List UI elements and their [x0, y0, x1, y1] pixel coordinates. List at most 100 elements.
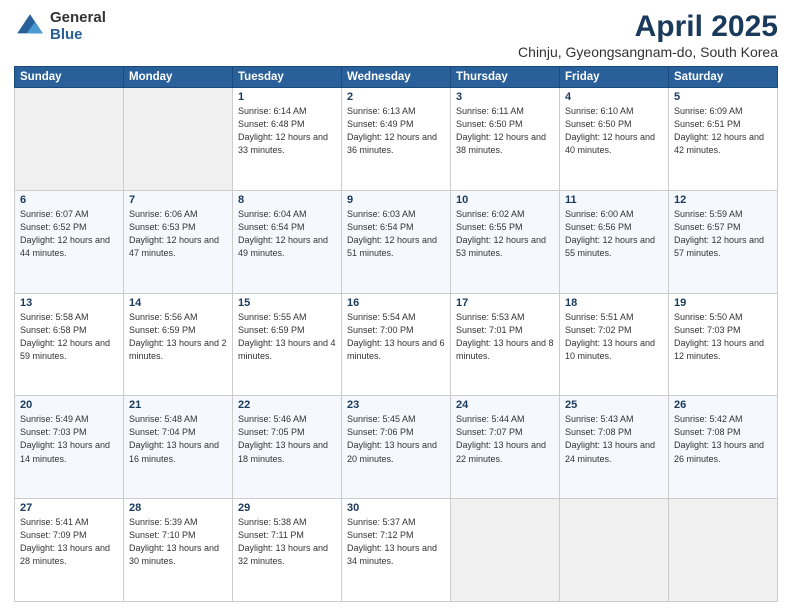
week-row-1: 1 Sunrise: 6:14 AMSunset: 6:48 PMDaylight…: [15, 88, 778, 191]
day-cell: 1 Sunrise: 6:14 AMSunset: 6:48 PMDaylight…: [233, 88, 342, 191]
logo-icon: [14, 11, 46, 43]
week-row-4: 20 Sunrise: 5:49 AMSunset: 7:03 PMDayligh…: [15, 396, 778, 499]
day-cell: 29Sunrise: 5:38 AMSunset: 7:11 PMDayligh…: [233, 499, 342, 602]
day-number: 4: [565, 91, 663, 103]
week-row-5: 27Sunrise: 5:41 AMSunset: 7:09 PMDayligh…: [15, 499, 778, 602]
day-number: 25: [565, 399, 663, 411]
day-cell: 9 Sunrise: 6:03 AMSunset: 6:54 PMDaylight…: [342, 190, 451, 293]
day-header-thursday: Thursday: [451, 67, 560, 88]
day-cell: 4Sunrise: 6:10 AMSunset: 6:50 PMDaylight…: [560, 88, 669, 191]
day-info: Sunrise: 6:09 AMSunset: 6:51 PMDaylight:…: [674, 105, 772, 157]
day-number: 23: [347, 399, 445, 411]
day-info: Sunrise: 5:45 AMSunset: 7:06 PMDaylight:…: [347, 413, 445, 465]
day-info: Sunrise: 6:14 AMSunset: 6:48 PMDaylight:…: [238, 105, 336, 157]
day-cell: 3Sunrise: 6:11 AMSunset: 6:50 PMDaylight…: [451, 88, 560, 191]
day-header-tuesday: Tuesday: [233, 67, 342, 88]
day-cell: 16Sunrise: 5:54 AMSunset: 7:00 PMDayligh…: [342, 293, 451, 396]
calendar-table: SundayMondayTuesdayWednesdayThursdayFrid…: [14, 66, 778, 602]
day-info: Sunrise: 5:43 AMSunset: 7:08 PMDaylight:…: [565, 413, 663, 465]
day-info: Sunrise: 5:51 AMSunset: 7:02 PMDaylight:…: [565, 311, 663, 363]
day-cell: 2 Sunrise: 6:13 AMSunset: 6:49 PMDaylight…: [342, 88, 451, 191]
day-cell: 15 Sunrise: 5:55 AMSunset: 6:59 PMDayligh…: [233, 293, 342, 396]
day-cell: 18 Sunrise: 5:51 AMSunset: 7:02 PMDayligh…: [560, 293, 669, 396]
calendar-body: 1 Sunrise: 6:14 AMSunset: 6:48 PMDaylight…: [15, 88, 778, 602]
week-row-3: 13 Sunrise: 5:58 AMSunset: 6:58 PMDayligh…: [15, 293, 778, 396]
header: General Blue April 2025 Chinju, Gyeongsa…: [14, 10, 778, 60]
day-number: 20: [20, 399, 118, 411]
day-cell: [451, 499, 560, 602]
day-info: Sunrise: 5:46 AMSunset: 7:05 PMDaylight:…: [238, 413, 336, 465]
day-info: Sunrise: 5:37 AMSunset: 7:12 PMDaylight:…: [347, 516, 445, 568]
day-info: Sunrise: 6:11 AMSunset: 6:50 PMDaylight:…: [456, 105, 554, 157]
day-cell: [124, 88, 233, 191]
day-number: 19: [674, 297, 772, 309]
day-info: Sunrise: 6:07 AMSunset: 6:52 PMDaylight:…: [20, 208, 118, 260]
day-header-sunday: Sunday: [15, 67, 124, 88]
logo: General Blue: [14, 10, 106, 43]
day-info: Sunrise: 5:42 AMSunset: 7:08 PMDaylight:…: [674, 413, 772, 465]
day-number: 30: [347, 502, 445, 514]
day-cell: 24Sunrise: 5:44 AMSunset: 7:07 PMDayligh…: [451, 396, 560, 499]
day-number: 26: [674, 399, 772, 411]
day-cell: 12 Sunrise: 5:59 AMSunset: 6:57 PMDayligh…: [669, 190, 778, 293]
day-number: 8: [238, 194, 336, 206]
day-number: 12: [674, 194, 772, 206]
calendar-header: SundayMondayTuesdayWednesdayThursdayFrid…: [15, 67, 778, 88]
day-info: Sunrise: 5:56 AMSunset: 6:59 PMDaylight:…: [129, 311, 227, 363]
day-number: 15: [238, 297, 336, 309]
day-info: Sunrise: 6:06 AMSunset: 6:53 PMDaylight:…: [129, 208, 227, 260]
month-title: April 2025: [518, 10, 778, 44]
day-header-wednesday: Wednesday: [342, 67, 451, 88]
day-number: 5: [674, 91, 772, 103]
day-number: 10: [456, 194, 554, 206]
day-info: Sunrise: 5:58 AMSunset: 6:58 PMDaylight:…: [20, 311, 118, 363]
day-number: 14: [129, 297, 227, 309]
day-info: Sunrise: 5:44 AMSunset: 7:07 PMDaylight:…: [456, 413, 554, 465]
day-number: 18: [565, 297, 663, 309]
day-cell: 25 Sunrise: 5:43 AMSunset: 7:08 PMDayligh…: [560, 396, 669, 499]
day-header-saturday: Saturday: [669, 67, 778, 88]
day-info: Sunrise: 5:48 AMSunset: 7:04 PMDaylight:…: [129, 413, 227, 465]
day-cell: 13 Sunrise: 5:58 AMSunset: 6:58 PMDayligh…: [15, 293, 124, 396]
day-number: 16: [347, 297, 445, 309]
day-info: Sunrise: 6:04 AMSunset: 6:54 PMDaylight:…: [238, 208, 336, 260]
day-cell: 23 Sunrise: 5:45 AMSunset: 7:06 PMDayligh…: [342, 396, 451, 499]
day-number: 21: [129, 399, 227, 411]
day-number: 1: [238, 91, 336, 103]
day-info: Sunrise: 6:03 AMSunset: 6:54 PMDaylight:…: [347, 208, 445, 260]
day-info: Sunrise: 5:55 AMSunset: 6:59 PMDaylight:…: [238, 311, 336, 363]
logo-blue-text: Blue: [50, 27, 106, 44]
day-info: Sunrise: 5:50 AMSunset: 7:03 PMDaylight:…: [674, 311, 772, 363]
day-cell: 19 Sunrise: 5:50 AMSunset: 7:03 PMDayligh…: [669, 293, 778, 396]
logo-general-text: General: [50, 10, 106, 27]
day-info: Sunrise: 6:13 AMSunset: 6:49 PMDaylight:…: [347, 105, 445, 157]
day-info: Sunrise: 5:41 AMSunset: 7:09 PMDaylight:…: [20, 516, 118, 568]
page: General Blue April 2025 Chinju, Gyeongsa…: [0, 0, 792, 612]
location: Chinju, Gyeongsangnam-do, South Korea: [518, 44, 778, 60]
day-cell: 11 Sunrise: 6:00 AMSunset: 6:56 PMDayligh…: [560, 190, 669, 293]
day-cell: [15, 88, 124, 191]
day-cell: 17Sunrise: 5:53 AMSunset: 7:01 PMDayligh…: [451, 293, 560, 396]
day-number: 9: [347, 194, 445, 206]
day-info: Sunrise: 6:00 AMSunset: 6:56 PMDaylight:…: [565, 208, 663, 260]
day-info: Sunrise: 5:49 AMSunset: 7:03 PMDaylight:…: [20, 413, 118, 465]
day-number: 2: [347, 91, 445, 103]
day-number: 29: [238, 502, 336, 514]
day-number: 13: [20, 297, 118, 309]
day-header-friday: Friday: [560, 67, 669, 88]
day-info: Sunrise: 5:39 AMSunset: 7:10 PMDaylight:…: [129, 516, 227, 568]
day-cell: 20 Sunrise: 5:49 AMSunset: 7:03 PMDayligh…: [15, 396, 124, 499]
day-info: Sunrise: 5:59 AMSunset: 6:57 PMDaylight:…: [674, 208, 772, 260]
day-cell: 14 Sunrise: 5:56 AMSunset: 6:59 PMDayligh…: [124, 293, 233, 396]
day-number: 11: [565, 194, 663, 206]
week-row-2: 6Sunrise: 6:07 AMSunset: 6:52 PMDaylight…: [15, 190, 778, 293]
day-cell: 10 Sunrise: 6:02 AMSunset: 6:55 PMDayligh…: [451, 190, 560, 293]
day-number: 7: [129, 194, 227, 206]
logo-text: General Blue: [50, 10, 106, 43]
day-cell: 26 Sunrise: 5:42 AMSunset: 7:08 PMDayligh…: [669, 396, 778, 499]
day-cell: 27Sunrise: 5:41 AMSunset: 7:09 PMDayligh…: [15, 499, 124, 602]
day-cell: [669, 499, 778, 602]
day-info: Sunrise: 5:53 AMSunset: 7:01 PMDaylight:…: [456, 311, 554, 363]
day-header-row: SundayMondayTuesdayWednesdayThursdayFrid…: [15, 67, 778, 88]
day-info: Sunrise: 6:02 AMSunset: 6:55 PMDaylight:…: [456, 208, 554, 260]
